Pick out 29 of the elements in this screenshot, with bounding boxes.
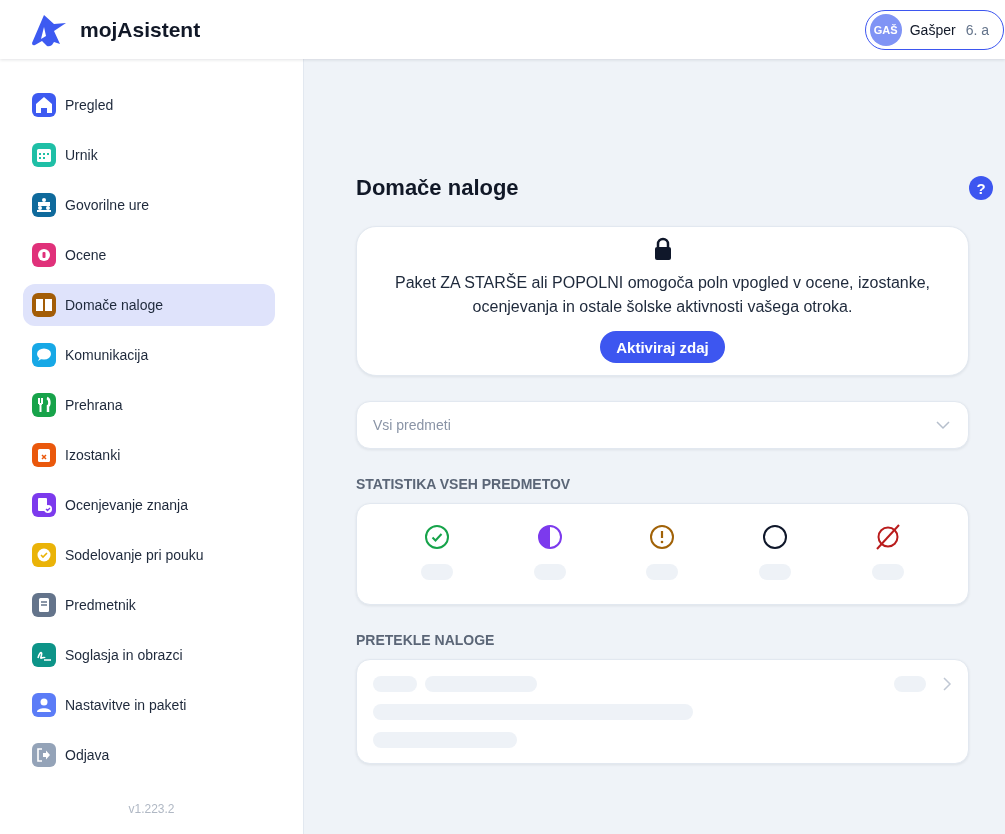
- version-label: v1.223.2: [127, 802, 176, 816]
- user-class: 6. a: [965, 21, 989, 38]
- sidebar-item[interactable]: Ocenjevanje znanja: [23, 484, 275, 526]
- sidebar-item[interactable]: Prehrana: [23, 384, 275, 426]
- sidebar-item[interactable]: Soglasja in obrazci: [23, 634, 275, 676]
- sidebar-item[interactable]: Odjava: [23, 734, 275, 776]
- sidebar-item[interactable]: Domače naloge: [23, 284, 275, 326]
- section-heading: STATISTIKA VSEH PREDMETOV: [356, 476, 572, 492]
- sidebar-item[interactable]: Sodelovanje pri pouku: [23, 534, 275, 576]
- sidebar-item[interactable]: Pregled: [23, 84, 275, 126]
- activate-button[interactable]: Aktiviraj zdaj: [600, 331, 725, 363]
- logo-icon: [30, 12, 68, 47]
- chevron-down-icon: [936, 420, 950, 430]
- user-name: Gašper: [909, 21, 956, 38]
- page-title: Domače naloge: [356, 175, 519, 201]
- chevron-right-icon: [942, 677, 952, 691]
- section-heading: PRETEKLE NALOGE: [356, 632, 496, 648]
- help-button[interactable]: ?: [969, 176, 993, 200]
- upgrade-message: Paket ZA STARŠE ali POPOLNI omogoča poln vpogled v ocene, izostanke, ocenjevanja in ostale šolske aktivnosti vašega otroka.: [393, 272, 932, 317]
- user-avatar: GAŠ: [869, 13, 902, 46]
- sidebar-item[interactable]: Urnik: [23, 134, 275, 176]
- sidebar-item[interactable]: Govorilne ure: [23, 184, 275, 226]
- user-menu-button[interactable]: GAŠ Gašper 6. a: [864, 9, 1004, 50]
- sidebar-item[interactable]: Nastavitve in paketi: [23, 684, 275, 726]
- sidebar-item[interactable]: Izostanki: [23, 434, 275, 476]
- sidebar-item[interactable]: Ocene: [23, 234, 275, 276]
- sidebar-item[interactable]: Komunikacija: [23, 334, 275, 376]
- app-name: mojAsistent: [80, 17, 201, 42]
- sidebar-item[interactable]: Predmetnik: [23, 584, 275, 626]
